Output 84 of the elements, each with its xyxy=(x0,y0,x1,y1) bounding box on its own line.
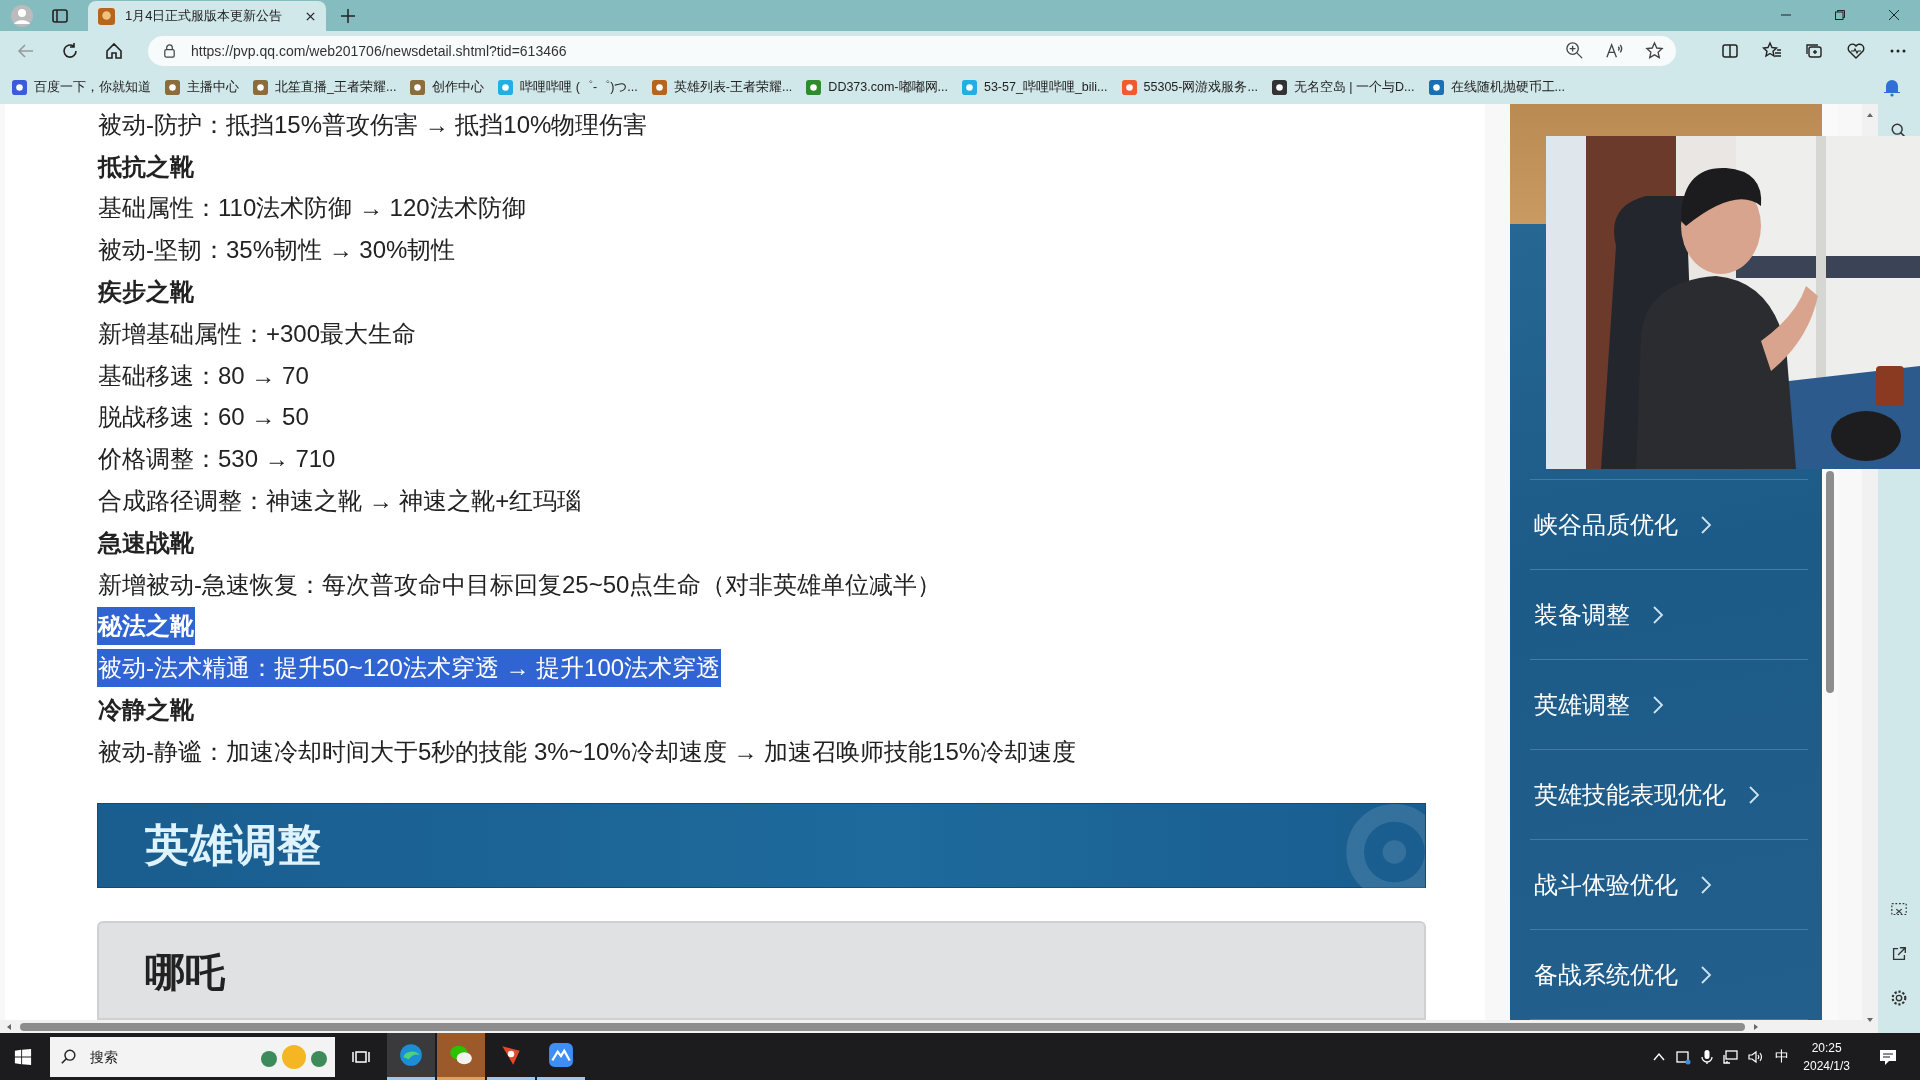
item-heading: 疾步之靴 xyxy=(97,277,195,308)
bookmark-item[interactable]: 55305-网游戏服务... xyxy=(1121,78,1258,96)
lock-icon xyxy=(162,43,177,58)
home-icon[interactable] xyxy=(104,40,124,61)
close-icon[interactable] xyxy=(305,10,316,22)
browser-app-icon[interactable] xyxy=(387,1033,435,1080)
change-text: 被动-坚韧：35%韧性 → 30%韧性 xyxy=(97,235,457,266)
bookmark-item[interactable]: 创作中心 xyxy=(410,78,485,96)
bookmark-item[interactable]: 北笙直播_王者荣耀... xyxy=(253,78,397,96)
site-icon xyxy=(12,79,27,95)
change-text: 新增被动-急速恢复：每次普攻命中目标回复25~50点生命（对非英雄单位减半） xyxy=(97,569,943,600)
chevron-icon xyxy=(1700,964,1712,985)
change-text: 被动-法术精通：提升50~120法术穿透 → 提升100法术穿透 xyxy=(97,649,722,688)
chevron-icon xyxy=(1748,784,1760,805)
chevron-icon xyxy=(1700,874,1712,895)
read-aloud-icon[interactable] xyxy=(1605,41,1624,60)
change-text: 价格调整：530 → 710 xyxy=(97,444,337,475)
network-icon[interactable] xyxy=(1723,1048,1740,1065)
bookmark-item[interactable]: 无名空岛 | 一个与D... xyxy=(1271,78,1415,96)
input-method-indicator[interactable]: 中 xyxy=(1775,1047,1790,1066)
site-icon xyxy=(98,7,115,25)
clock[interactable]: 20:25 2024/1/3 xyxy=(1803,1038,1850,1075)
chevron-icon xyxy=(1652,604,1664,625)
refresh-icon[interactable] xyxy=(60,40,80,61)
taskbar-search-field[interactable]: 搜索 xyxy=(50,1036,335,1077)
bookmark-item[interactable]: 百度一下，你就知道 xyxy=(12,78,151,96)
tab-title: 1月4日正式服版本更新公告 xyxy=(125,7,284,25)
bookmark-item[interactable]: DD373.com-嘟嘟网... xyxy=(806,78,948,96)
site-icon xyxy=(165,79,180,95)
sidebar-item[interactable]: 战斗体验优化 xyxy=(1530,840,1808,930)
sidebar-item[interactable]: 英雄技能表现优化 xyxy=(1530,750,1808,840)
bookmark-item[interactable]: 哔哩哔哩 (゜-゜)つ... xyxy=(498,78,638,96)
site-icon xyxy=(1271,79,1287,95)
search-input[interactable]: 搜索 xyxy=(88,1047,242,1066)
banner-title: 英雄调整 xyxy=(145,818,321,871)
bookmark-item[interactable]: 英雄列表-王者荣耀... xyxy=(651,78,793,96)
tab-actions-icon[interactable] xyxy=(50,6,70,26)
site-icon xyxy=(651,79,667,95)
zoom-icon[interactable] xyxy=(1565,41,1584,60)
star-icon[interactable] xyxy=(1645,41,1664,60)
chevron-icon xyxy=(1652,694,1664,715)
hero-name: 哪吒 xyxy=(145,950,225,995)
change-text: 基础属性：110法术防御 → 120法术防御 xyxy=(97,193,527,224)
site-icon xyxy=(806,79,822,95)
site-icon xyxy=(253,79,268,95)
windows-icon[interactable] xyxy=(14,1047,32,1066)
item-heading: 冷静之靴 xyxy=(97,695,195,726)
search-icon xyxy=(60,1047,78,1066)
item-heading: 抵抗之靴 xyxy=(97,151,195,182)
bookmark-item[interactable]: 主播中心 xyxy=(165,78,239,96)
sidebar-item[interactable]: 峡谷品质优化 xyxy=(1530,480,1808,570)
site-icon xyxy=(1428,79,1444,95)
scrollbar-thumb[interactable] xyxy=(1826,471,1834,693)
bookmark-item[interactable]: 53-57_哔哩哔哩_bili... xyxy=(961,78,1108,96)
address-bar[interactable]: https://pvp.qq.com/web201706/newsdetail.shtml?tid=613466 xyxy=(148,35,1676,66)
site-icon xyxy=(1121,79,1137,95)
item-heading: 急速战靴 xyxy=(97,527,195,558)
site-icon xyxy=(410,79,426,95)
change-text: 被动-静谧：加速冷却时间大于5秒的技能 3%~10%冷却速度 → 加速召唤师技能15%冷却速度 xyxy=(97,736,1078,767)
browser-tab[interactable]: 1月4日正式服版本更新公告 xyxy=(88,1,326,31)
change-text: 被动-防护：抵挡15%普攻伤害 → 抵挡10%物理伤害 xyxy=(97,109,649,140)
bookmark-item[interactable]: 在线随机抛硬币工... xyxy=(1428,78,1565,96)
site-icon xyxy=(961,79,977,95)
change-text: 新增基础属性：+300最大生命 xyxy=(97,318,418,349)
sidebar-item[interactable]: 英雄调整 xyxy=(1530,660,1808,750)
change-text: 基础移速：80 → 70 xyxy=(97,360,310,391)
item-heading: 秘法之靴 xyxy=(97,607,195,646)
horizontal-scrollbar[interactable] xyxy=(0,1020,1862,1033)
sidebar-item[interactable]: 装备调整 xyxy=(1530,570,1808,660)
site-icon xyxy=(498,79,514,95)
settings-icon[interactable] xyxy=(1890,989,1908,1007)
microphone-icon[interactable] xyxy=(1699,1048,1716,1065)
volume-icon[interactable] xyxy=(1747,1048,1764,1065)
close-icon[interactable] xyxy=(1888,9,1900,21)
change-text: 脱战移速：60 → 50 xyxy=(97,402,310,433)
url-text: https://pvp.qq.com/web201706/newsdetail.shtml?tid=613466 xyxy=(191,42,567,59)
chat-app-icon[interactable] xyxy=(437,1033,485,1080)
change-text: 合成路径调整：神速之靴 → 神速之靴+红玛瑙 xyxy=(97,486,583,517)
new-tab-icon[interactable] xyxy=(340,8,356,24)
restore-icon[interactable] xyxy=(1834,9,1846,21)
external-link-icon[interactable] xyxy=(1890,945,1908,963)
chevron-icon xyxy=(1700,514,1712,535)
bell-icon[interactable] xyxy=(1882,77,1902,97)
performance-icon[interactable] xyxy=(1846,40,1866,61)
